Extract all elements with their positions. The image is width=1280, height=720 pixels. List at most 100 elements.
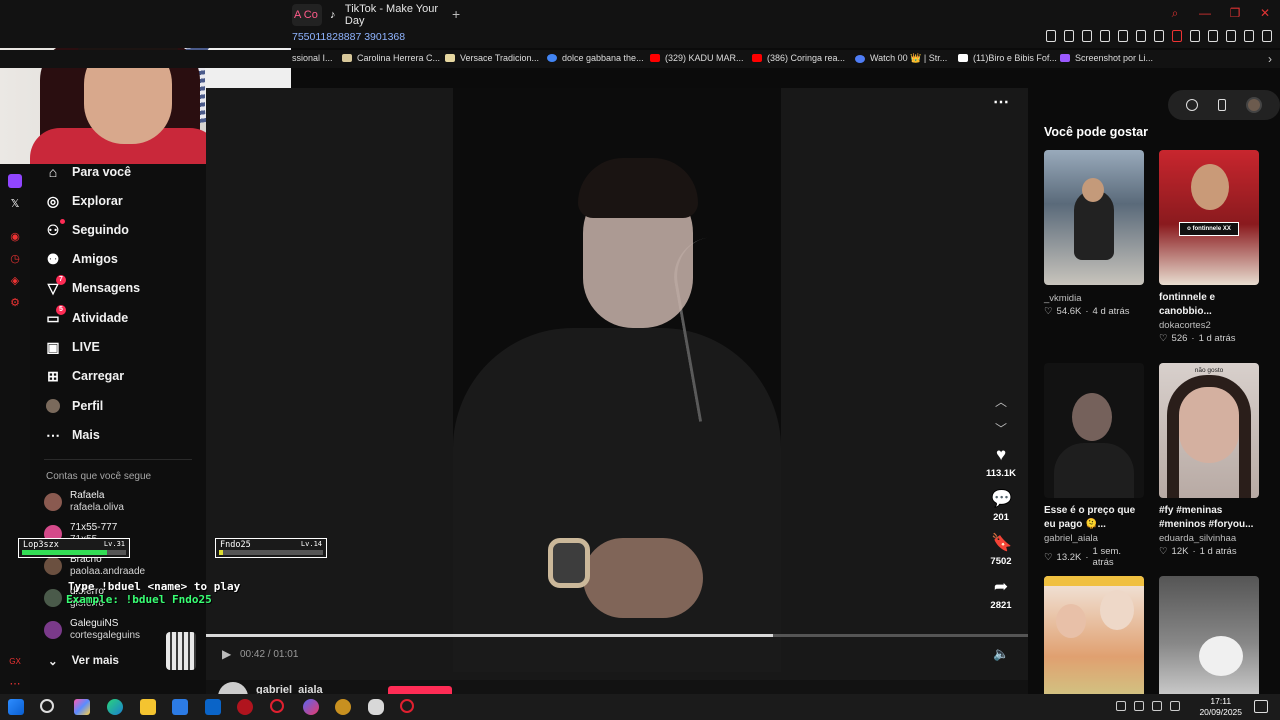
nav-mensagens[interactable]: ▽ 7 Mensagens [44, 275, 140, 299]
video-thumbnail[interactable] [1044, 576, 1144, 694]
opera-gx-icon[interactable] [270, 699, 284, 713]
nav-carregar[interactable]: ⊞ Carregar [44, 365, 124, 387]
network-icon[interactable] [1152, 701, 1162, 711]
avatar[interactable] [218, 682, 248, 694]
discord-icon[interactable] [303, 699, 319, 715]
more-options-icon[interactable]: ⋯ [992, 95, 1010, 114]
play-icon[interactable]: ▶ [222, 647, 234, 661]
video-thumbnail[interactable] [1044, 363, 1144, 498]
x-icon[interactable]: 𝕏 [8, 196, 22, 210]
comment-action[interactable]: 💬 201 [984, 490, 1018, 524]
avatar[interactable] [1246, 97, 1262, 113]
share-icon[interactable]: ➦ [991, 578, 1011, 596]
shield-icon[interactable] [1082, 30, 1092, 42]
search-tabs-icon[interactable]: ⌕ [1168, 6, 1182, 20]
recommended-video-card[interactable]: o fontinnele XX fontinnele e canobbio...… [1159, 150, 1259, 344]
bookmark-star-icon[interactable] [1046, 30, 1056, 42]
collections-icon[interactable] [1190, 30, 1200, 42]
microphone-icon[interactable] [1134, 701, 1144, 711]
volume-icon[interactable]: 🔈 [993, 646, 1009, 662]
volume-icon[interactable] [1170, 701, 1180, 711]
follow-button[interactable] [388, 686, 452, 694]
previous-video-icon[interactable]: ︿ [993, 393, 1009, 409]
shield-app-icon[interactable] [368, 699, 384, 715]
read-aloud-icon[interactable] [1118, 30, 1128, 42]
search-icon[interactable] [40, 699, 54, 713]
phone-icon[interactable] [1218, 99, 1226, 111]
recommended-video-card[interactable] [1044, 576, 1144, 694]
pin-icon[interactable] [1136, 30, 1146, 42]
compass-icon[interactable] [1186, 99, 1198, 111]
heart-icon[interactable]: ♥ [991, 446, 1011, 464]
screenshot-icon[interactable] [1064, 30, 1074, 42]
followed-account[interactable]: Rafaela rafaela.oliva [44, 490, 124, 514]
nav-perfil[interactable]: Perfil [44, 395, 103, 417]
new-tab-button[interactable]: + [452, 7, 460, 21]
copilot-icon[interactable] [74, 699, 90, 715]
recommended-video-card[interactable] [1159, 576, 1259, 694]
like-action[interactable]: ♥ 113.1K [984, 446, 1018, 480]
bookmark-item[interactable]: dolce gabbana the... [547, 53, 644, 63]
more-dots-icon[interactable]: ⋯ [8, 676, 22, 690]
video-progress-bar[interactable] [206, 634, 1028, 637]
address-bar[interactable]: 755011828887 3901368 [0, 28, 1280, 48]
app-icon[interactable] [237, 699, 253, 715]
bookmark-item[interactable]: Versace Tradicion... [445, 53, 539, 63]
share-action[interactable]: ➦ 2821 [984, 578, 1018, 612]
followed-account[interactable]: GaleguiNS cortesgaleguins [44, 618, 140, 642]
video-thumbnail[interactable]: o fontinnele XX [1159, 150, 1259, 285]
store-icon[interactable] [172, 699, 188, 715]
restore-icon[interactable]: ❐ [1228, 6, 1242, 20]
bookmark-item[interactable]: (329) KADU MAR... [650, 53, 744, 63]
file-explorer-icon[interactable] [140, 699, 156, 715]
translate-icon[interactable] [1100, 30, 1110, 42]
url-text[interactable]: 755011828887 3901368 [292, 31, 405, 43]
chat-icon[interactable]: ◈ [8, 273, 22, 287]
bookmark-icon[interactable]: 🔖 [991, 534, 1012, 552]
bookmarks-overflow-icon[interactable]: › [1268, 52, 1272, 66]
record-app-icon[interactable] [400, 699, 414, 713]
nav-explorar[interactable]: ◎ Explorar [44, 190, 123, 212]
nav-live[interactable]: ▣ LIVE [44, 336, 99, 358]
video-player[interactable] [453, 88, 781, 672]
outlook-icon[interactable] [205, 699, 221, 715]
settings-icon[interactable]: ⚙ [8, 295, 22, 309]
menu-icon[interactable] [1262, 30, 1272, 42]
bookmark-item[interactable]: (11)Biro e Bibis Fof... [958, 53, 1057, 63]
nav-seguindo[interactable]: ⚇ Seguindo [44, 219, 129, 241]
downloads-icon[interactable] [1226, 30, 1236, 42]
share-page-icon[interactable] [1244, 30, 1254, 42]
bookmark-item[interactable]: Carolina Herrera C... [342, 53, 440, 63]
nav-atividade[interactable]: ▭ 5 Atividade [44, 305, 128, 329]
video-thumbnail[interactable] [1159, 576, 1259, 694]
battery-icon[interactable] [1172, 30, 1182, 42]
next-video-icon[interactable]: ﹀ [993, 420, 1009, 436]
nav-mais[interactable]: ⋯ Mais [44, 424, 100, 446]
minimize-icon[interactable]: — [1198, 6, 1212, 20]
record-icon[interactable]: ◉ [8, 229, 22, 243]
bookmark-item[interactable]: Screenshot por Li... [1060, 53, 1153, 63]
obs-icon[interactable] [335, 699, 351, 715]
video-thumbnail[interactable]: não gosto [1159, 363, 1259, 498]
extensions-icon[interactable] [1208, 30, 1218, 42]
favorites-icon[interactable] [1154, 30, 1164, 42]
nav-amigos[interactable]: ⚉ Amigos [44, 248, 118, 270]
nav-para-voce[interactable]: ⌂ Para você [44, 161, 131, 183]
gx-icon[interactable]: GX [8, 654, 22, 668]
clock-icon[interactable]: ◷ [8, 251, 22, 265]
recommended-video-card[interactable]: Esse é o preço que eu pago 🫠... gabriel_… [1044, 363, 1144, 568]
tab-tiktok[interactable]: ♪ TikTok - Make Your Day [330, 3, 448, 27]
close-icon[interactable]: ✕ [1258, 6, 1272, 20]
bookmark-item[interactable]: (386) Coringa rea... [752, 53, 845, 63]
author-name[interactable]: gabriel_aiala [256, 684, 323, 694]
tab-active[interactable]: A Co [292, 4, 322, 26]
notification-icon[interactable] [1254, 700, 1268, 713]
windows-start-icon[interactable] [8, 699, 24, 715]
twitch-icon[interactable] [8, 174, 22, 188]
comment-icon[interactable]: 💬 [991, 490, 1012, 508]
recommended-video-card[interactable]: _vkmidia ♡ 54.6K · 4 d atrás [1044, 150, 1144, 317]
edge-icon[interactable] [107, 699, 123, 715]
see-more-button[interactable]: ⌄ Ver mais [48, 654, 119, 668]
bookmark-item[interactable]: Watch 00 👑 | Str... [855, 53, 947, 64]
chevron-up-icon[interactable] [1116, 701, 1126, 711]
